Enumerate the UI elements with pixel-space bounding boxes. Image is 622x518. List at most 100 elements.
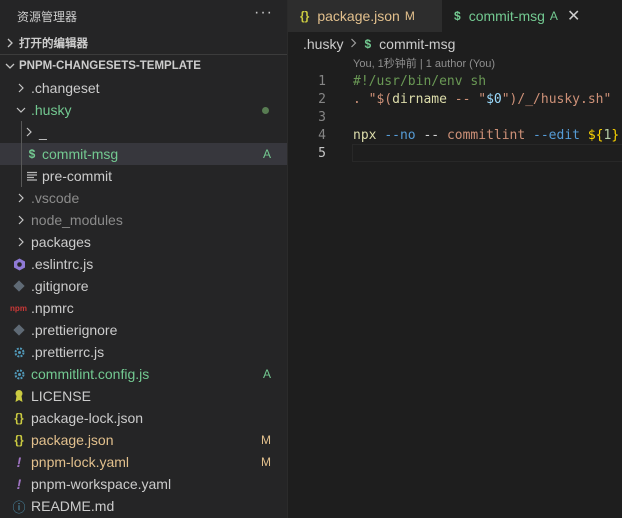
text-file-icon (24, 171, 40, 181)
tree-item-label: node_modules (31, 212, 123, 228)
tree-file-commitlint-config[interactable]: commitlint.config.js A (0, 363, 287, 385)
git-status-badge: M (261, 433, 271, 447)
code-line: 1 #!/usr/bin/env sh (288, 72, 622, 90)
chevron-right-icon (14, 193, 28, 203)
json-icon: {} (14, 433, 24, 447)
tree-item-label: .npmrc (31, 300, 74, 316)
chevron-right-icon (22, 127, 36, 137)
tree-item-label: .husky (31, 102, 72, 118)
chevron-right-icon (14, 237, 28, 247)
line-number: 2 (318, 91, 326, 107)
code-line: 3 (288, 108, 622, 126)
tree-item-label: commit-msg (42, 146, 119, 162)
code-line: 2 . "$(dirname -- "$0")/_/husky.sh" (288, 90, 622, 108)
license-icon (11, 389, 27, 403)
section-label: PNPM-CHANGESETS-TEMPLATE (19, 60, 201, 72)
more-actions-icon[interactable]: ··· (254, 4, 273, 22)
breadcrumb-folder[interactable]: .husky (303, 36, 343, 52)
explorer-header: 资源管理器 ··· (0, 0, 287, 32)
tree-item-label: .eslintrc.js (31, 256, 94, 272)
tree-file-eslintrc[interactable]: .eslintrc.js (0, 253, 287, 275)
tab-label: commit-msg (468, 8, 545, 24)
breadcrumb-file[interactable]: commit-msg (379, 36, 455, 52)
git-icon (11, 280, 27, 292)
tree-item-label: .prettierrc.js (31, 344, 105, 360)
chevron-down-icon (14, 105, 28, 115)
tree-file-gitignore[interactable]: .gitignore (0, 275, 287, 297)
tree-file-prettierrc[interactable]: .prettierrc.js (0, 341, 287, 363)
section-open-editors[interactable]: 打开的编辑器 (0, 32, 287, 55)
tree-item-label: commitlint.config.js (31, 366, 150, 382)
chevron-right-icon (2, 38, 18, 48)
tree-item-label: .gitignore (31, 278, 89, 294)
line-number: 3 (318, 109, 326, 125)
info-icon: ⓘ (12, 499, 26, 515)
code-line: 4 npx --no -- commitlint --edit ${1} (288, 126, 622, 144)
yaml-icon: ! (16, 454, 22, 470)
tab-label: package.json (317, 8, 400, 24)
code-line-current: 5 (288, 144, 622, 162)
tree-file-prettierignore[interactable]: .prettierignore (0, 319, 287, 341)
tree-file-pnpm-lock[interactable]: ! pnpm-lock.yaml M (0, 451, 287, 473)
line-number: 5 (318, 145, 326, 161)
modified-dot-icon (262, 106, 269, 114)
explorer-title: 资源管理器 (17, 9, 78, 24)
code-text: . "$(dirname -- "$0")/_/husky.sh" (353, 91, 612, 107)
git-status-badge: M (261, 455, 271, 469)
tree-file-package-lock[interactable]: {} package-lock.json (0, 407, 287, 429)
section-project[interactable]: PNPM-CHANGESETS-TEMPLATE (0, 55, 287, 77)
tree-folder-node-modules[interactable]: node_modules (0, 209, 287, 231)
tree-file-package-json[interactable]: {} package.json M (0, 429, 287, 451)
editor-area: {} package.json M $ commit-msg A ✕ .husk… (288, 0, 622, 518)
tree-item-label: pnpm-workspace.yaml (31, 476, 172, 492)
chevron-down-icon (2, 61, 18, 71)
git-status-badge: A (262, 147, 271, 161)
tree-item-label: .vscode (31, 190, 80, 206)
shell-file-icon: $ (364, 37, 372, 51)
close-icon[interactable]: ✕ (567, 6, 580, 26)
eslint-icon (11, 258, 27, 271)
line-number: 4 (318, 127, 326, 143)
tree-item-label: .changeset (31, 80, 100, 96)
tree-item-label: pnpm-lock.yaml (31, 454, 130, 470)
tree-file-license[interactable]: LICENSE (0, 385, 287, 407)
git-blame-lens[interactable]: You, 1秒钟前 | 1 author (You) (288, 55, 622, 70)
tree-item-label: package-lock.json (31, 410, 144, 426)
tab-package-json[interactable]: {} package.json M (288, 0, 442, 32)
tree-file-commit-msg[interactable]: $ commit-msg A (0, 143, 287, 165)
git-status-badge: M (404, 9, 415, 23)
json-icon: {} (14, 411, 24, 425)
indent-guide (21, 143, 22, 165)
tab-commit-msg[interactable]: $ commit-msg A ✕ (442, 0, 622, 32)
tree-file-pnpm-workspace[interactable]: ! pnpm-workspace.yaml (0, 473, 287, 495)
explorer-panel: 资源管理器 ··· 打开的编辑器 PNPM-CHANGESETS-TEMPLAT… (0, 0, 288, 518)
npm-icon: npm (10, 303, 27, 313)
tree-folder-husky[interactable]: .husky (0, 99, 287, 121)
tree-item-label: LICENSE (31, 388, 91, 404)
json-icon: {} (300, 9, 310, 23)
chevron-right-icon (350, 37, 357, 51)
tree-item-label: README.md (31, 498, 115, 514)
yaml-icon: ! (16, 476, 22, 492)
tree-item-label: packages (31, 234, 91, 250)
git-status-badge: A (262, 367, 271, 381)
shell-file-icon: $ (28, 147, 36, 161)
code-text: #!/usr/bin/env sh (353, 73, 487, 89)
config-gear-icon (11, 368, 27, 381)
tree-folder-changeset[interactable]: .changeset (0, 77, 287, 99)
code-editor[interactable]: 1 #!/usr/bin/env sh 2 . "$(dirname -- "$… (288, 72, 622, 162)
indent-guide (21, 121, 22, 143)
tree-file-npmrc[interactable]: npm .npmrc (0, 297, 287, 319)
indent-guide (21, 165, 22, 187)
code-text: npx --no -- commitlint --edit ${1} (353, 127, 620, 143)
tab-bar: {} package.json M $ commit-msg A ✕ (288, 0, 622, 32)
tree-folder-packages[interactable]: packages (0, 231, 287, 253)
breadcrumb: .husky $ commit-msg (288, 32, 622, 56)
tree-folder-vscode[interactable]: .vscode (0, 187, 287, 209)
config-gear-icon (11, 346, 27, 359)
tree-file-readme[interactable]: ⓘ README.md (0, 495, 287, 517)
tree-item-label: .prettierignore (31, 322, 118, 338)
tree-item-label: _ (39, 124, 47, 140)
tree-file-pre-commit[interactable]: pre-commit (0, 165, 287, 187)
tree-folder-underscore[interactable]: _ (0, 121, 287, 143)
